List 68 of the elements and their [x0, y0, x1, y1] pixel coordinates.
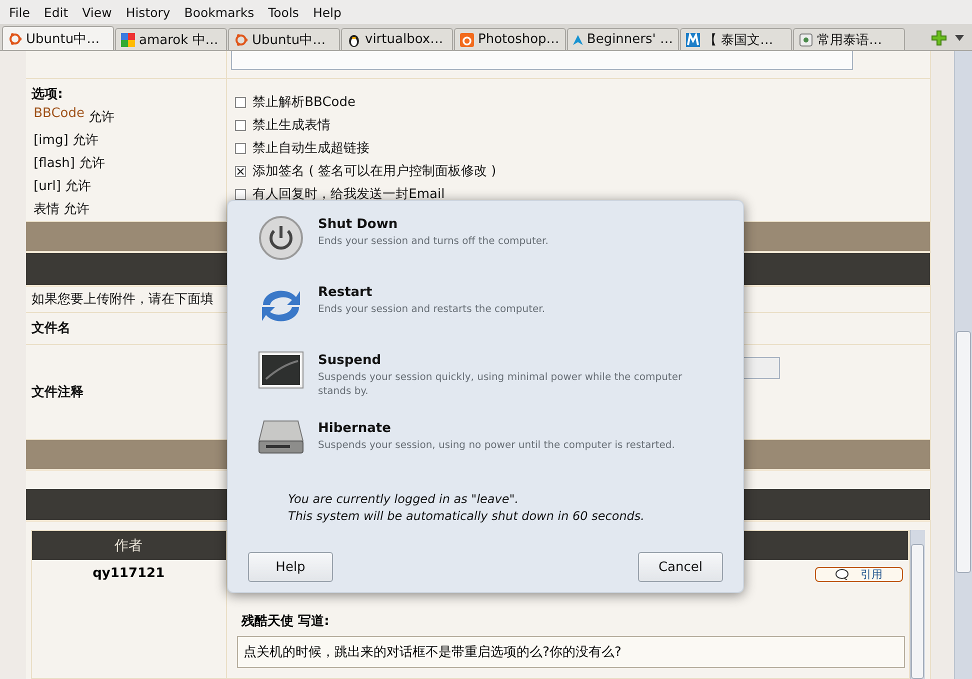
menu-item[interactable]: View — [75, 4, 119, 20]
browser-tab[interactable]: 常用泰语… — [793, 28, 905, 50]
page-icon — [799, 32, 813, 46]
option-name: [url] — [34, 178, 61, 196]
checkbox[interactable] — [234, 97, 246, 108]
menu-item[interactable]: Edit — [36, 4, 76, 20]
author-header: 作者 — [32, 531, 227, 560]
bbcode-link[interactable]: BBCode — [34, 106, 84, 129]
option-status: 允许 — [72, 132, 98, 150]
favicon-icon — [121, 32, 135, 46]
favicon-icon — [234, 32, 248, 46]
text-area[interactable] — [230, 51, 853, 70]
speech-bubble-icon — [834, 569, 849, 580]
checkbox-label: 添加签名 ( 签名可以在用户控制面板修改 ) — [252, 163, 496, 181]
browser-tab[interactable]: Ubuntu中… — [228, 28, 340, 50]
checkbox[interactable] — [234, 166, 246, 177]
file-comment-label: 文件注释 — [32, 384, 85, 402]
shutdown-notice: You are currently logged in as "leave". This system will be automatically shut down in 60 seconds. — [287, 491, 646, 525]
checkbox-label: 禁止生成表情 — [252, 117, 331, 135]
dialog-action[interactable]: Hibernate Suspends your session, using no power until the computer is restarted. — [258, 419, 723, 487]
dialog-action[interactable]: Suspend Suspends your session quickly, using minimal power while the computer stands by. — [258, 351, 723, 419]
checkbox[interactable] — [234, 143, 246, 154]
browser-tab[interactable]: Beginners' … — [567, 28, 679, 50]
power-icon — [258, 215, 304, 261]
quote-text: 点关机的时候，跳出来的对话框不是带重启选项的么?你的没有么? — [236, 636, 905, 668]
checkbox-label: 禁止自动生成超链接 — [252, 140, 370, 158]
help-button[interactable]: Help — [248, 552, 333, 582]
option-name: 表情 — [34, 201, 60, 219]
scrollbar[interactable] — [910, 530, 925, 679]
browser-tab[interactable]: 【 泰国文… — [680, 28, 792, 50]
author-name: qy117121 — [92, 566, 165, 582]
browser-tab[interactable]: amarok 中… — [115, 28, 227, 50]
options-title: 选项: — [32, 86, 64, 104]
file-name-label: 文件名 — [32, 320, 72, 338]
menu-item[interactable]: History — [118, 4, 178, 20]
browser-tab[interactable]: Photoshop… — [454, 28, 566, 50]
option-status: 允许 — [78, 155, 105, 173]
option-name: [img] — [34, 132, 68, 150]
menu-item[interactable]: Help — [306, 4, 348, 20]
favicon-icon — [686, 32, 700, 46]
menu-item[interactable]: Tools — [261, 4, 306, 20]
option-status: 允许 — [64, 178, 91, 196]
option-name: [flash] — [34, 155, 75, 173]
menu-item[interactable]: File — [2, 4, 37, 20]
favicon-icon — [8, 32, 22, 46]
monitor-icon — [258, 351, 304, 391]
checkbox[interactable] — [234, 120, 246, 131]
penguin-icon — [347, 32, 361, 46]
dialog-action[interactable]: Shut Down Ends your session and turns off the computer. — [258, 215, 723, 283]
hard-drive-icon — [258, 419, 304, 455]
checkbox-label: 禁止解析BBCode — [252, 94, 356, 112]
checkbox[interactable] — [234, 189, 246, 200]
quote-author: 残酷天使 写道: — [242, 613, 330, 630]
dialog-action[interactable]: Restart Ends your session and restarts the computer. — [258, 283, 723, 351]
page-scrollbar[interactable] — [954, 51, 972, 679]
upload-hint: 如果您要上传附件，请在下面填 — [32, 291, 214, 309]
cancel-button[interactable]: Cancel — [638, 552, 723, 582]
option-status: 允许 — [88, 109, 114, 127]
menu-item[interactable]: Bookmarks — [177, 4, 262, 20]
dropdown-arrow-icon[interactable] — [955, 35, 964, 41]
checkbox-label: 有人回复时，给我发送一封Email — [252, 186, 445, 204]
browser-tab[interactable]: Ubuntu中… — [2, 26, 114, 50]
triangle-logo-icon — [573, 32, 583, 46]
option-status: 允许 — [64, 201, 90, 219]
browser-tab[interactable]: virtualbox… — [341, 28, 453, 50]
plus-icon[interactable] — [931, 30, 947, 46]
favicon-icon — [460, 32, 474, 46]
quote-button[interactable]: 引用 — [814, 567, 903, 582]
